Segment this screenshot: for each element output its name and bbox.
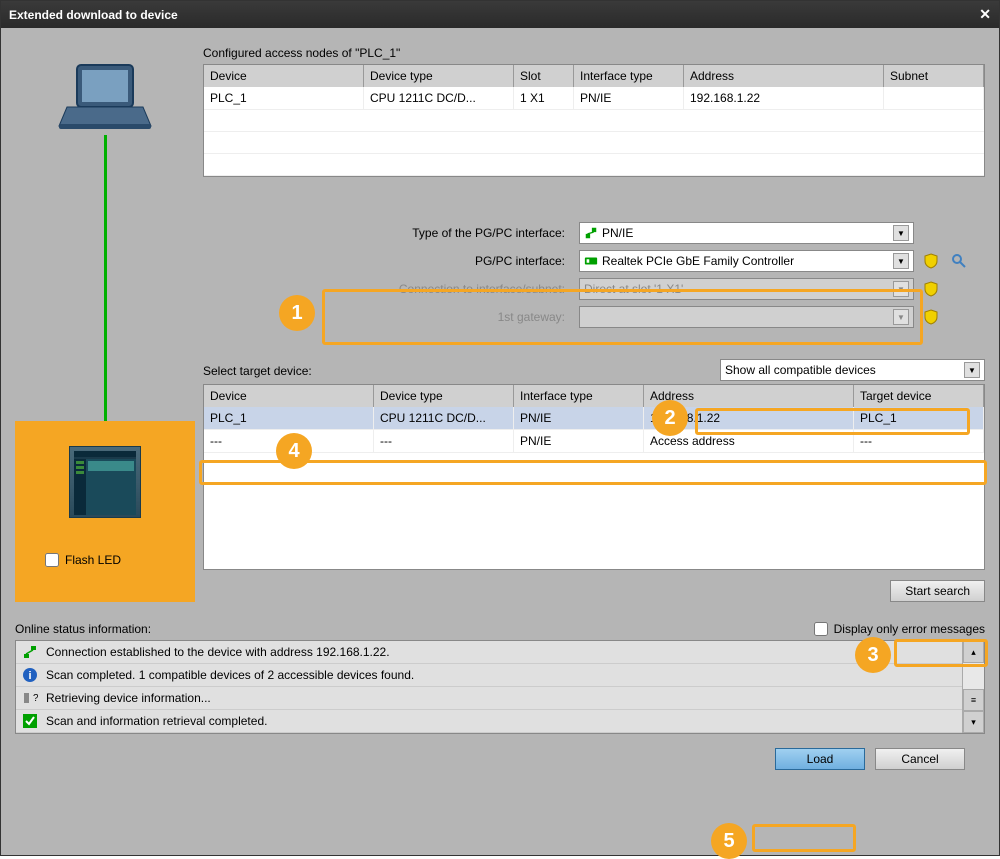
download-dialog: Extended download to device ✕ xyxy=(0,0,1000,856)
gw-select: ▼ xyxy=(579,306,914,328)
target-label: Select target device: xyxy=(203,364,312,378)
cancel-button[interactable]: Cancel xyxy=(875,748,965,770)
table-row xyxy=(204,110,984,132)
list-item: Scan and information retrieval completed… xyxy=(16,710,962,733)
callout-5: 5 xyxy=(711,823,747,859)
chevron-down-icon[interactable]: ▼ xyxy=(893,253,909,269)
col-subnet: Subnet xyxy=(884,65,984,87)
iface-type-extra2 xyxy=(948,222,970,244)
col-device: Device xyxy=(204,385,374,407)
check-icon xyxy=(22,713,38,729)
shield-icon-btn[interactable] xyxy=(920,306,942,328)
config-nodes-table: Device Device type Slot Interface type A… xyxy=(203,64,985,177)
scroll-mid-icon[interactable]: ≡ xyxy=(963,689,984,711)
iface-type-label: Type of the PG/PC interface: xyxy=(203,226,573,240)
network-icon xyxy=(584,226,598,240)
col-slot: Slot xyxy=(514,65,574,87)
scroll-down-icon[interactable]: ▾ xyxy=(963,711,984,733)
col-devtype: Device type xyxy=(364,65,514,87)
flash-led-input[interactable] xyxy=(45,553,59,567)
dialog-title: Extended download to device xyxy=(9,8,178,22)
scroll-up-icon[interactable]: ▴ xyxy=(963,641,984,663)
highlight-5 xyxy=(752,824,856,852)
plc-graphic-box: Flash LED xyxy=(15,421,195,602)
col-iftype: Interface type xyxy=(574,65,684,87)
callout-1: 1 xyxy=(279,295,315,331)
list-item: Connection established to the device wit… xyxy=(16,641,962,664)
pgpc-select[interactable]: Realtek PCIe GbE Family Controller ▼ xyxy=(579,250,914,272)
status-list: Connection established to the device wit… xyxy=(15,640,985,734)
gw-extra xyxy=(948,306,970,328)
scrollbar[interactable]: ▴ ≡ ▾ xyxy=(962,641,984,733)
title-bar: Extended download to device ✕ xyxy=(1,1,999,28)
col-target: Target device xyxy=(854,385,984,407)
load-button[interactable]: Load xyxy=(775,748,865,770)
shield-icon-btn[interactable] xyxy=(920,250,942,272)
laptop-icon xyxy=(55,60,155,135)
col-addr: Address xyxy=(684,65,884,87)
status-label: Online status information: xyxy=(15,622,151,636)
pgpc-value: Realtek PCIe GbE Family Controller xyxy=(602,254,889,268)
callout-4: 4 xyxy=(276,433,312,469)
conn-extra xyxy=(948,278,970,300)
callout-2: 2 xyxy=(652,400,688,436)
flash-led-label: Flash LED xyxy=(65,553,121,567)
table-row[interactable]: --- --- PN/IE Access address --- xyxy=(204,430,984,453)
iface-type-select[interactable]: PN/IE ▼ xyxy=(579,222,914,244)
filter-value: Show all compatible devices xyxy=(725,363,964,377)
target-table: Device Device type Interface type Addres… xyxy=(203,384,985,570)
display-errors-label: Display only error messages xyxy=(834,622,985,636)
close-icon[interactable]: ✕ xyxy=(979,6,991,23)
display-errors-input[interactable] xyxy=(814,622,828,636)
conn-select: Direct at slot '1 X1' ▼ xyxy=(579,278,914,300)
list-item: ? Retrieving device information... xyxy=(16,687,962,710)
display-errors-checkbox[interactable]: Display only error messages xyxy=(814,622,985,636)
connection-line xyxy=(104,135,107,421)
connection-graphic: Flash LED xyxy=(15,40,195,602)
search-icon-btn[interactable] xyxy=(948,250,970,272)
table-row[interactable]: PLC_1 CPU 1211C DC/D... 1 X1 PN/IE 192.1… xyxy=(204,87,984,110)
callout-3: 3 xyxy=(855,637,891,673)
gw-label: 1st gateway: xyxy=(203,310,573,324)
chevron-down-icon[interactable]: ▼ xyxy=(893,225,909,241)
svg-text:?: ? xyxy=(33,693,38,704)
list-item: i Scan completed. 1 compatible devices o… xyxy=(16,664,962,687)
iface-type-extra xyxy=(920,222,942,244)
flash-led-checkbox[interactable]: Flash LED xyxy=(45,553,121,567)
chevron-down-icon: ▼ xyxy=(893,281,909,297)
table-row xyxy=(204,132,984,154)
svg-text:i: i xyxy=(28,670,31,682)
link-icon xyxy=(22,644,38,660)
start-search-button[interactable]: Start search xyxy=(890,580,985,602)
pgpc-label: PG/PC interface: xyxy=(203,254,573,268)
table-row[interactable]: PLC_1 CPU 1211C DC/D... PN/IE 192.168.1.… xyxy=(204,407,984,430)
plc-device-icon xyxy=(69,446,141,518)
shield-icon-btn[interactable] xyxy=(920,278,942,300)
table-row xyxy=(204,154,984,176)
conn-label: Connection to interface/subnet: xyxy=(203,282,573,296)
col-iftype: Interface type xyxy=(514,385,644,407)
retrieve-icon: ? xyxy=(22,690,38,706)
chevron-down-icon[interactable]: ▼ xyxy=(964,362,980,378)
info-icon: i xyxy=(22,667,38,683)
col-device: Device xyxy=(204,65,364,87)
filter-select[interactable]: Show all compatible devices ▼ xyxy=(720,359,985,381)
chevron-down-icon: ▼ xyxy=(893,309,909,325)
col-devtype: Device type xyxy=(374,385,514,407)
network-card-icon xyxy=(584,254,598,268)
config-nodes-label: Configured access nodes of "PLC_1" xyxy=(203,46,985,60)
